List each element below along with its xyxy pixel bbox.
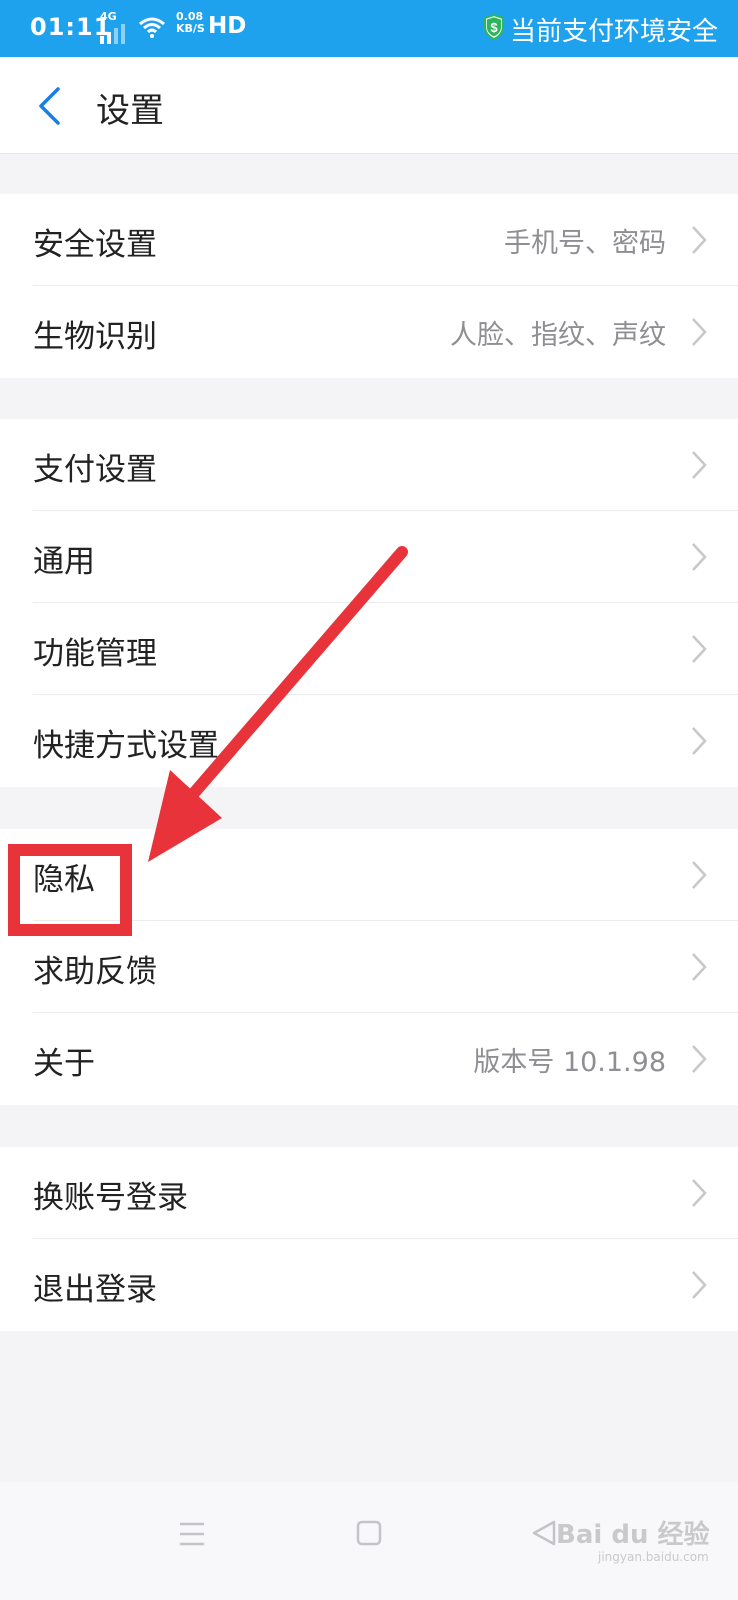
settings-item-about[interactable]: 关于 版本号 10.1.98 (0, 1013, 738, 1105)
settings-item-general[interactable]: 通用 (0, 511, 738, 603)
chevron-left-icon[interactable] (36, 86, 62, 126)
app-header: 设置 (0, 57, 738, 154)
item-label: 安全设置 (33, 227, 157, 263)
item-label: 功能管理 (33, 636, 157, 672)
item-label: 隐私 (33, 862, 95, 898)
settings-group-session: 换账号登录 退出登录 (0, 1147, 738, 1331)
menu-icon[interactable] (178, 1521, 206, 1547)
back-triangle-icon[interactable] (531, 1519, 557, 1547)
item-label: 关于 (33, 1046, 95, 1082)
item-value: 手机号、密码 (504, 228, 666, 259)
chevron-right-icon (692, 543, 707, 571)
status-bar: 01:11 4G 0.08 KB/S HD $ 当前支付环境安全 (0, 0, 738, 57)
settings-item-logout[interactable]: 退出登录 (0, 1239, 738, 1331)
watermark-sub: jingyan.baidu.com (598, 1550, 709, 1564)
watermark: Bai du 经验 (556, 1520, 710, 1550)
settings-item-biometrics[interactable]: 生物识别 人脸、指纹、声纹 (0, 286, 738, 378)
item-label: 求助反馈 (33, 954, 157, 990)
svg-text:$: $ (490, 20, 498, 35)
settings-item-switch-account[interactable]: 换账号登录 (0, 1147, 738, 1239)
settings-item-feedback[interactable]: 求助反馈 (0, 921, 738, 1013)
chevron-right-icon (692, 1045, 707, 1073)
page-title: 设置 (96, 91, 164, 131)
system-nav-bar: Bai du 经验 jingyan.baidu.com (0, 1482, 738, 1600)
settings-item-security[interactable]: 安全设置 手机号、密码 (0, 194, 738, 286)
chevron-right-icon (692, 953, 707, 981)
settings-group-general: 支付设置 通用 功能管理 快捷方式设置 (0, 419, 738, 787)
home-square-icon[interactable] (356, 1520, 382, 1546)
settings-group-privacy: 隐私 求助反馈 关于 版本号 10.1.98 (0, 829, 738, 1105)
signal-icon (100, 24, 125, 44)
chevron-right-icon (692, 318, 707, 346)
network-type: 4G (100, 10, 117, 23)
chevron-right-icon (692, 226, 707, 254)
item-label: 通用 (33, 544, 95, 580)
item-label: 退出登录 (33, 1272, 157, 1308)
item-label: 生物识别 (33, 319, 157, 355)
chevron-right-icon (692, 1179, 707, 1207)
chevron-right-icon (692, 451, 707, 479)
item-label: 换账号登录 (33, 1180, 188, 1216)
network-speed: 0.08 KB/S (176, 10, 205, 35)
item-label: 快捷方式设置 (33, 728, 219, 764)
chevron-right-icon (692, 635, 707, 663)
item-value: 人脸、指纹、声纹 (450, 320, 666, 351)
settings-item-shortcuts[interactable]: 快捷方式设置 (0, 695, 738, 787)
item-value: 版本号 10.1.98 (473, 1047, 666, 1078)
shield-icon: $ (484, 14, 504, 40)
payment-security-text: 当前支付环境安全 (510, 17, 719, 47)
hd-indicator: HD (208, 13, 247, 39)
chevron-right-icon (692, 1271, 707, 1299)
item-label: 支付设置 (33, 452, 157, 488)
settings-item-privacy[interactable]: 隐私 (0, 829, 738, 921)
wifi-icon (139, 17, 165, 38)
chevron-right-icon (692, 861, 707, 889)
settings-group-account: 安全设置 手机号、密码 生物识别 人脸、指纹、声纹 (0, 194, 738, 378)
settings-item-payment[interactable]: 支付设置 (0, 419, 738, 511)
settings-item-features[interactable]: 功能管理 (0, 603, 738, 695)
chevron-right-icon (692, 727, 707, 755)
